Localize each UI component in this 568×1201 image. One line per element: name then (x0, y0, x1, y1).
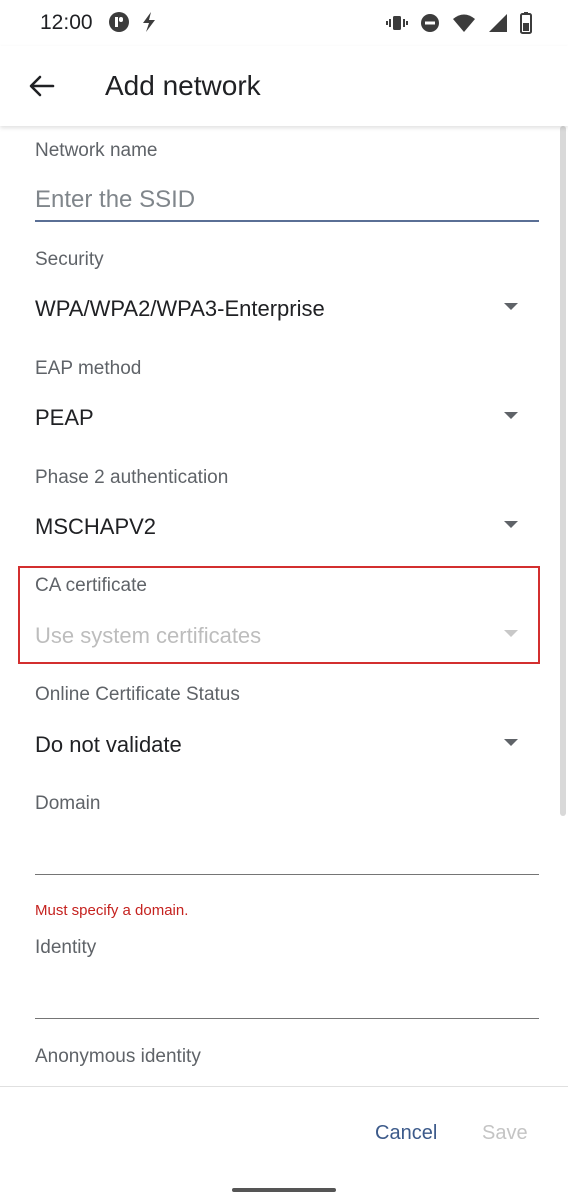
app-notification-icon (108, 11, 130, 33)
security-dropdown[interactable]: WPA/WPA2/WPA3-Enterprise (0, 288, 540, 332)
status-left-icons (108, 11, 158, 33)
vibrate-icon (386, 13, 408, 33)
status-right-icons (386, 12, 532, 34)
wifi-icon (452, 13, 476, 33)
page-title: Add network (105, 70, 261, 101)
ocsp-value: Do not validate (35, 732, 182, 757)
network-name-label: Network name (35, 140, 158, 161)
chevron-down-icon (504, 303, 518, 310)
domain-label: Domain (35, 793, 101, 814)
arrow-back-icon (29, 75, 55, 97)
save-button[interactable]: Save (482, 1122, 528, 1145)
eap-method-value: PEAP (35, 405, 94, 430)
domain-error-text: Must specify a domain. (35, 902, 189, 919)
network-name-input[interactable] (35, 178, 539, 222)
cellular-signal-icon (488, 13, 508, 33)
status-time: 12:00 (40, 11, 93, 34)
dialog-footer: Cancel Save (0, 1086, 568, 1201)
ocsp-dropdown[interactable]: Do not validate (0, 724, 540, 768)
status-bar: 12:00 (0, 0, 568, 46)
app-bar: Add network (0, 46, 568, 126)
do-not-disturb-icon (420, 13, 440, 33)
add-network-form: Network name Security WPA/WPA2/WPA3-Ente… (0, 126, 568, 1086)
identity-underline (35, 1018, 539, 1019)
domain-underline (35, 874, 539, 875)
scrollbar[interactable] (560, 126, 566, 816)
back-button[interactable] (22, 66, 62, 106)
chevron-down-icon (504, 412, 518, 419)
security-label: Security (35, 249, 104, 270)
identity-label: Identity (35, 937, 97, 958)
charging-bolt-icon (140, 11, 158, 33)
security-value: WPA/WPA2/WPA3-Enterprise (35, 296, 325, 321)
ca-certificate-dropdown: Use system certificates (0, 615, 540, 659)
cancel-button[interactable]: Cancel (375, 1122, 437, 1145)
chevron-down-icon (504, 630, 518, 637)
ca-certificate-label: CA certificate (35, 575, 147, 596)
eap-method-dropdown[interactable]: PEAP (0, 397, 540, 441)
chevron-down-icon (504, 739, 518, 746)
eap-method-label: EAP method (35, 358, 142, 379)
network-name-underline (35, 220, 539, 222)
identity-input[interactable] (35, 971, 539, 1015)
domain-input[interactable] (35, 826, 539, 870)
phase2-label: Phase 2 authentication (35, 467, 229, 488)
phase2-value: MSCHAPV2 (35, 514, 157, 539)
ca-certificate-value: Use system certificates (35, 623, 262, 648)
phase2-dropdown[interactable]: MSCHAPV2 (0, 506, 540, 550)
anonymous-identity-label: Anonymous identity (35, 1046, 201, 1067)
battery-icon (520, 12, 532, 34)
chevron-down-icon (504, 521, 518, 528)
ocsp-label: Online Certificate Status (35, 684, 240, 705)
gesture-nav-handle[interactable] (232, 1188, 336, 1192)
